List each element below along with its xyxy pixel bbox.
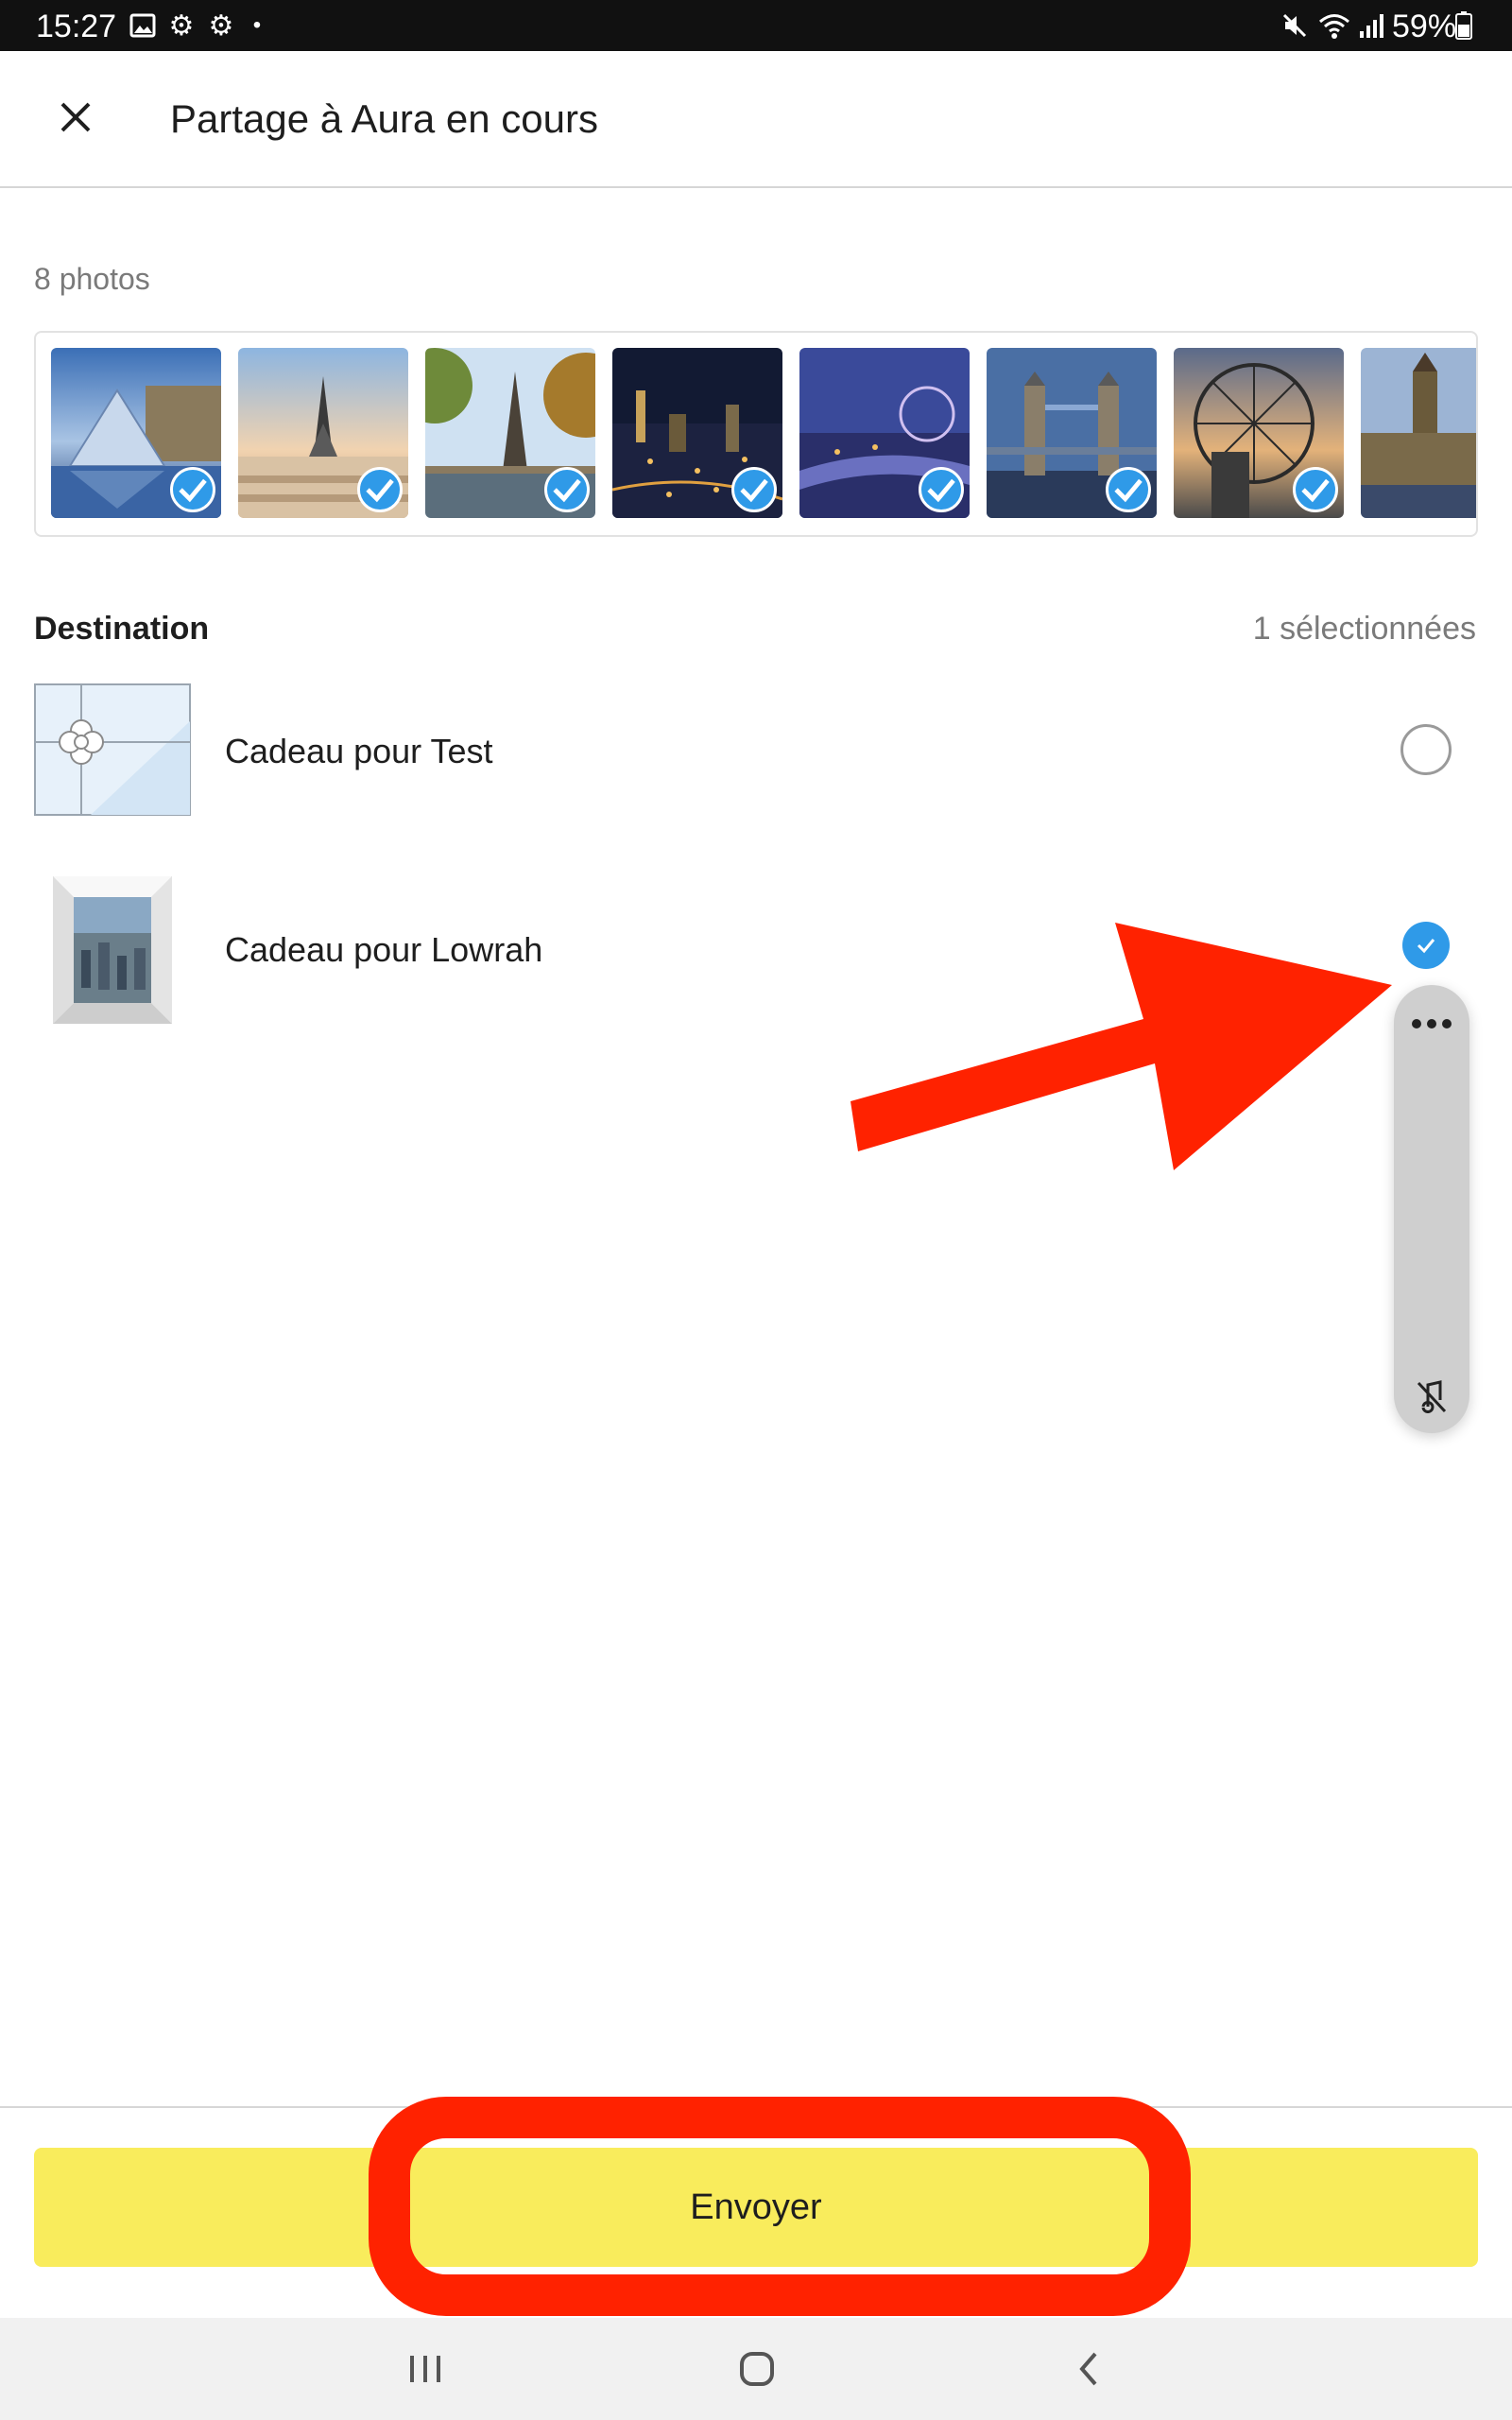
battery-percentage: 59%: [1392, 9, 1457, 44]
annotation-arrow: [850, 923, 1392, 1170]
home-icon[interactable]: [724, 2342, 790, 2395]
photo-thumbnail[interactable]: [238, 348, 408, 518]
annotation-highlight: [369, 2097, 1191, 2316]
selected-check-icon: [731, 467, 777, 512]
photo-strip[interactable]: [34, 331, 1478, 537]
destination-radio[interactable]: [1400, 724, 1452, 775]
photo-thumbnail[interactable]: [1361, 348, 1476, 518]
close-icon: [60, 102, 91, 132]
destination-label: Destination: [34, 611, 210, 647]
mute-icon: [1278, 9, 1312, 42]
selected-check-icon: [357, 467, 403, 512]
selected-check-icon: [1293, 467, 1338, 512]
close-button[interactable]: [47, 89, 104, 146]
photo-thumbnail[interactable]: [612, 348, 782, 518]
mute-icon[interactable]: [1407, 1374, 1456, 1418]
selected-check-icon: [919, 467, 964, 512]
framed-city-photo: [52, 875, 173, 1025]
destination-item[interactable]: Cadeau pour Test: [0, 676, 1512, 827]
photo-count: 8 photos: [34, 262, 150, 296]
destination-name: Cadeau pour Lowrah: [225, 930, 543, 969]
page-title: Partage à Aura en cours: [170, 96, 598, 141]
dot-icon: •: [252, 12, 262, 38]
gear-icon: ⚙: [168, 9, 195, 42]
navigation-bar: [0, 2318, 1512, 2420]
signal-icon: [1357, 9, 1385, 42]
app-header: Partage à Aura en cours: [0, 51, 1512, 188]
photo-thumbnail[interactable]: [799, 348, 970, 518]
wifi-icon: [1315, 9, 1353, 42]
selected-check-icon: [1106, 467, 1151, 512]
selected-check-icon: [170, 467, 215, 512]
back-icon[interactable]: [1056, 2342, 1122, 2395]
recents-icon[interactable]: [392, 2342, 458, 2395]
status-bar: 15:27 ⚙ ⚙ • 59%: [0, 0, 1512, 51]
photo-thumbnail[interactable]: [1174, 348, 1344, 518]
battery-icon: [1453, 9, 1474, 42]
gear-icon: ⚙: [208, 9, 234, 42]
photo-thumbnail[interactable]: [987, 348, 1157, 518]
status-time: 15:27: [36, 9, 117, 44]
photo-thumbnail[interactable]: [51, 348, 221, 518]
gift-wrap-icon: [34, 683, 191, 816]
photo-thumbnail[interactable]: [425, 348, 595, 518]
selected-count: 1 sélectionnées: [1252, 611, 1476, 647]
gallery-icon: [129, 9, 157, 42]
selected-check-icon: [544, 467, 590, 512]
destination-name: Cadeau pour Test: [225, 732, 493, 770]
